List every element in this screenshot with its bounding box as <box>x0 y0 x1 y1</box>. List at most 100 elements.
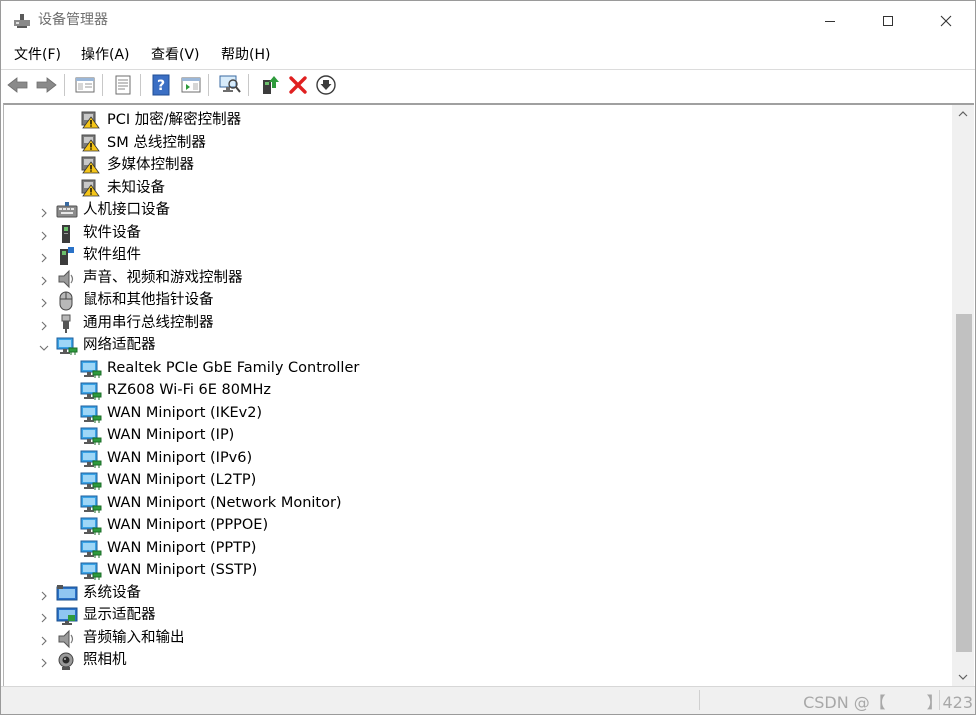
tree-item-label: 声音、视频和游戏控制器 <box>83 269 243 286</box>
menu-view[interactable]: 查看(V) <box>151 45 200 65</box>
status-pane-divider <box>699 690 700 710</box>
tree-item-label: 多媒体控制器 <box>107 157 194 173</box>
tree-item-label: WAN Miniport (IKEv2) <box>107 404 263 421</box>
tree-item[interactable]: WAN Miniport (PPPOE) <box>4 514 954 536</box>
title-bar[interactable]: 设备管理器 <box>1 1 975 41</box>
tree-item[interactable]: 多媒体控制器 <box>4 154 954 176</box>
help-button[interactable]: ? <box>149 73 173 97</box>
expander-collapsed-icon[interactable] <box>38 272 50 285</box>
tree-item[interactable]: 通用串行总线控制器 <box>4 312 954 334</box>
hid-icon <box>56 201 78 219</box>
scrollbar-thumb[interactable] <box>956 313 972 652</box>
toolbar-separator <box>140 74 141 96</box>
expander-expanded-icon[interactable] <box>38 339 50 351</box>
back-button[interactable] <box>6 73 30 97</box>
show-hide-console-tree-button[interactable] <box>73 73 97 97</box>
expander-collapsed-icon[interactable] <box>38 204 50 218</box>
expander-collapsed-icon[interactable] <box>38 227 50 240</box>
menu-action[interactable]: 操作(A) <box>81 45 130 65</box>
tree-item[interactable]: 软件组件 <box>4 244 954 266</box>
tree-item-label: 软件设备 <box>83 224 141 241</box>
uninstall-device-button[interactable] <box>286 73 310 97</box>
expander-collapsed-icon[interactable] <box>38 632 50 645</box>
update-driver-button[interactable] <box>258 73 282 97</box>
expander-collapsed-icon[interactable] <box>38 609 50 623</box>
download-icon <box>316 75 336 95</box>
tree-item-label: 鼠标和其他指针设备 <box>83 292 214 308</box>
tree-item[interactable]: WAN Miniport (IKEv2) <box>4 402 954 424</box>
uninstall-device-icon <box>289 76 307 94</box>
expander-collapsed-icon[interactable] <box>38 317 50 330</box>
tree-item-label: 未知设备 <box>107 179 165 196</box>
window-title: 设备管理器 <box>38 12 108 28</box>
tree-item[interactable]: 声音、视频和游戏控制器 <box>4 267 954 289</box>
tree-item-label: 系统设备 <box>83 584 141 601</box>
maximize-button[interactable] <box>859 1 917 41</box>
menu-help[interactable]: 帮助(H) <box>221 45 270 65</box>
tree-item[interactable]: PCI 加密/解密控制器 <box>4 109 954 131</box>
tree-item-label: WAN Miniport (Network Monitor) <box>107 494 342 511</box>
tree-item[interactable]: WAN Miniport (Network Monitor) <box>4 492 954 514</box>
watermark-text: CSDN @【 】423 <box>803 693 973 712</box>
download-button[interactable] <box>314 73 338 97</box>
scroll-down-button[interactable] <box>952 668 974 686</box>
tree-item-label: WAN Miniport (L2TP) <box>107 472 257 488</box>
usb-icon <box>56 314 76 333</box>
warning-device-icon <box>80 111 100 129</box>
tree-item[interactable]: 照相机 <box>4 649 954 671</box>
network-adapter-icon <box>80 381 102 400</box>
action-pane-button[interactable] <box>179 73 203 97</box>
tree-item[interactable]: SM 总线控制器 <box>4 132 954 154</box>
svg-text:?: ? <box>157 78 165 94</box>
vertical-scrollbar[interactable] <box>952 105 974 686</box>
tree-item[interactable]: RZ608 Wi-Fi 6E 80MHz <box>4 379 954 401</box>
speaker-icon <box>56 629 76 648</box>
tree-item[interactable]: 网络适配器 <box>4 334 954 356</box>
network-adapter-icon <box>80 404 102 423</box>
tree-item-label: 人机接口设备 <box>83 202 170 218</box>
tree-item[interactable]: 人机接口设备 <box>4 199 954 221</box>
chevron-up-icon <box>958 111 968 117</box>
tree-item-label: 软件组件 <box>83 247 141 263</box>
tree-item[interactable]: WAN Miniport (L2TP) <box>4 469 954 491</box>
tree-item[interactable]: 系统设备 <box>4 582 954 604</box>
tree-item[interactable]: 未知设备 <box>4 177 954 199</box>
scroll-up-button[interactable] <box>952 105 974 123</box>
tree-item[interactable]: 音频输入和输出 <box>4 627 954 649</box>
device-tree[interactable]: PCI 加密/解密控制器 SM 总线控制器 多媒体控制器 未知设备人机接口设备 软件设备… <box>3 103 974 686</box>
expander-collapsed-icon[interactable] <box>38 654 50 668</box>
speaker-icon <box>56 269 76 288</box>
warning-device-icon <box>80 134 100 152</box>
scan-hardware-button[interactable] <box>218 73 242 97</box>
network-adapter-icon <box>80 449 102 468</box>
network-adapter-icon <box>80 561 102 580</box>
close-button[interactable] <box>917 1 975 41</box>
tree-item[interactable]: WAN Miniport (PPTP) <box>4 537 954 559</box>
tree-item-label: 照相机 <box>83 652 127 668</box>
back-icon <box>7 77 28 93</box>
properties-button[interactable] <box>111 73 135 97</box>
expander-collapsed-icon[interactable] <box>38 249 50 263</box>
tree-item[interactable]: WAN Miniport (IP) <box>4 424 954 446</box>
expander-collapsed-icon[interactable] <box>38 294 50 308</box>
software-component-icon <box>56 246 76 265</box>
tree-item-label: SM 总线控制器 <box>107 134 206 151</box>
minimize-button[interactable] <box>801 1 859 41</box>
device-manager-window: 设备管理器 文件(F) 操作(A) 查看(V) 帮助(H) ? PCI 加密/解… <box>0 0 976 715</box>
menu-file[interactable]: 文件(F) <box>14 45 61 65</box>
toolbar-separator <box>102 74 103 96</box>
tree-item[interactable]: 显示适配器 <box>4 604 954 626</box>
tree-item-label: WAN Miniport (PPPOE) <box>107 517 269 533</box>
expander-collapsed-icon[interactable] <box>38 587 50 600</box>
tree-item[interactable]: 软件设备 <box>4 222 954 244</box>
display-adapter-icon <box>56 606 78 625</box>
tree-item[interactable]: 鼠标和其他指针设备 <box>4 289 954 311</box>
minimize-icon <box>825 21 835 22</box>
forward-button[interactable] <box>34 73 58 97</box>
tree-item[interactable]: WAN Miniport (SSTP) <box>4 559 954 581</box>
forward-icon <box>36 77 57 93</box>
tree-item[interactable]: Realtek PCIe GbE Family Controller <box>4 357 954 379</box>
toolbar-separator <box>248 74 249 96</box>
tree-item[interactable]: WAN Miniport (IPv6) <box>4 447 954 469</box>
status-bar: CSDN @【 】423 <box>1 686 975 714</box>
